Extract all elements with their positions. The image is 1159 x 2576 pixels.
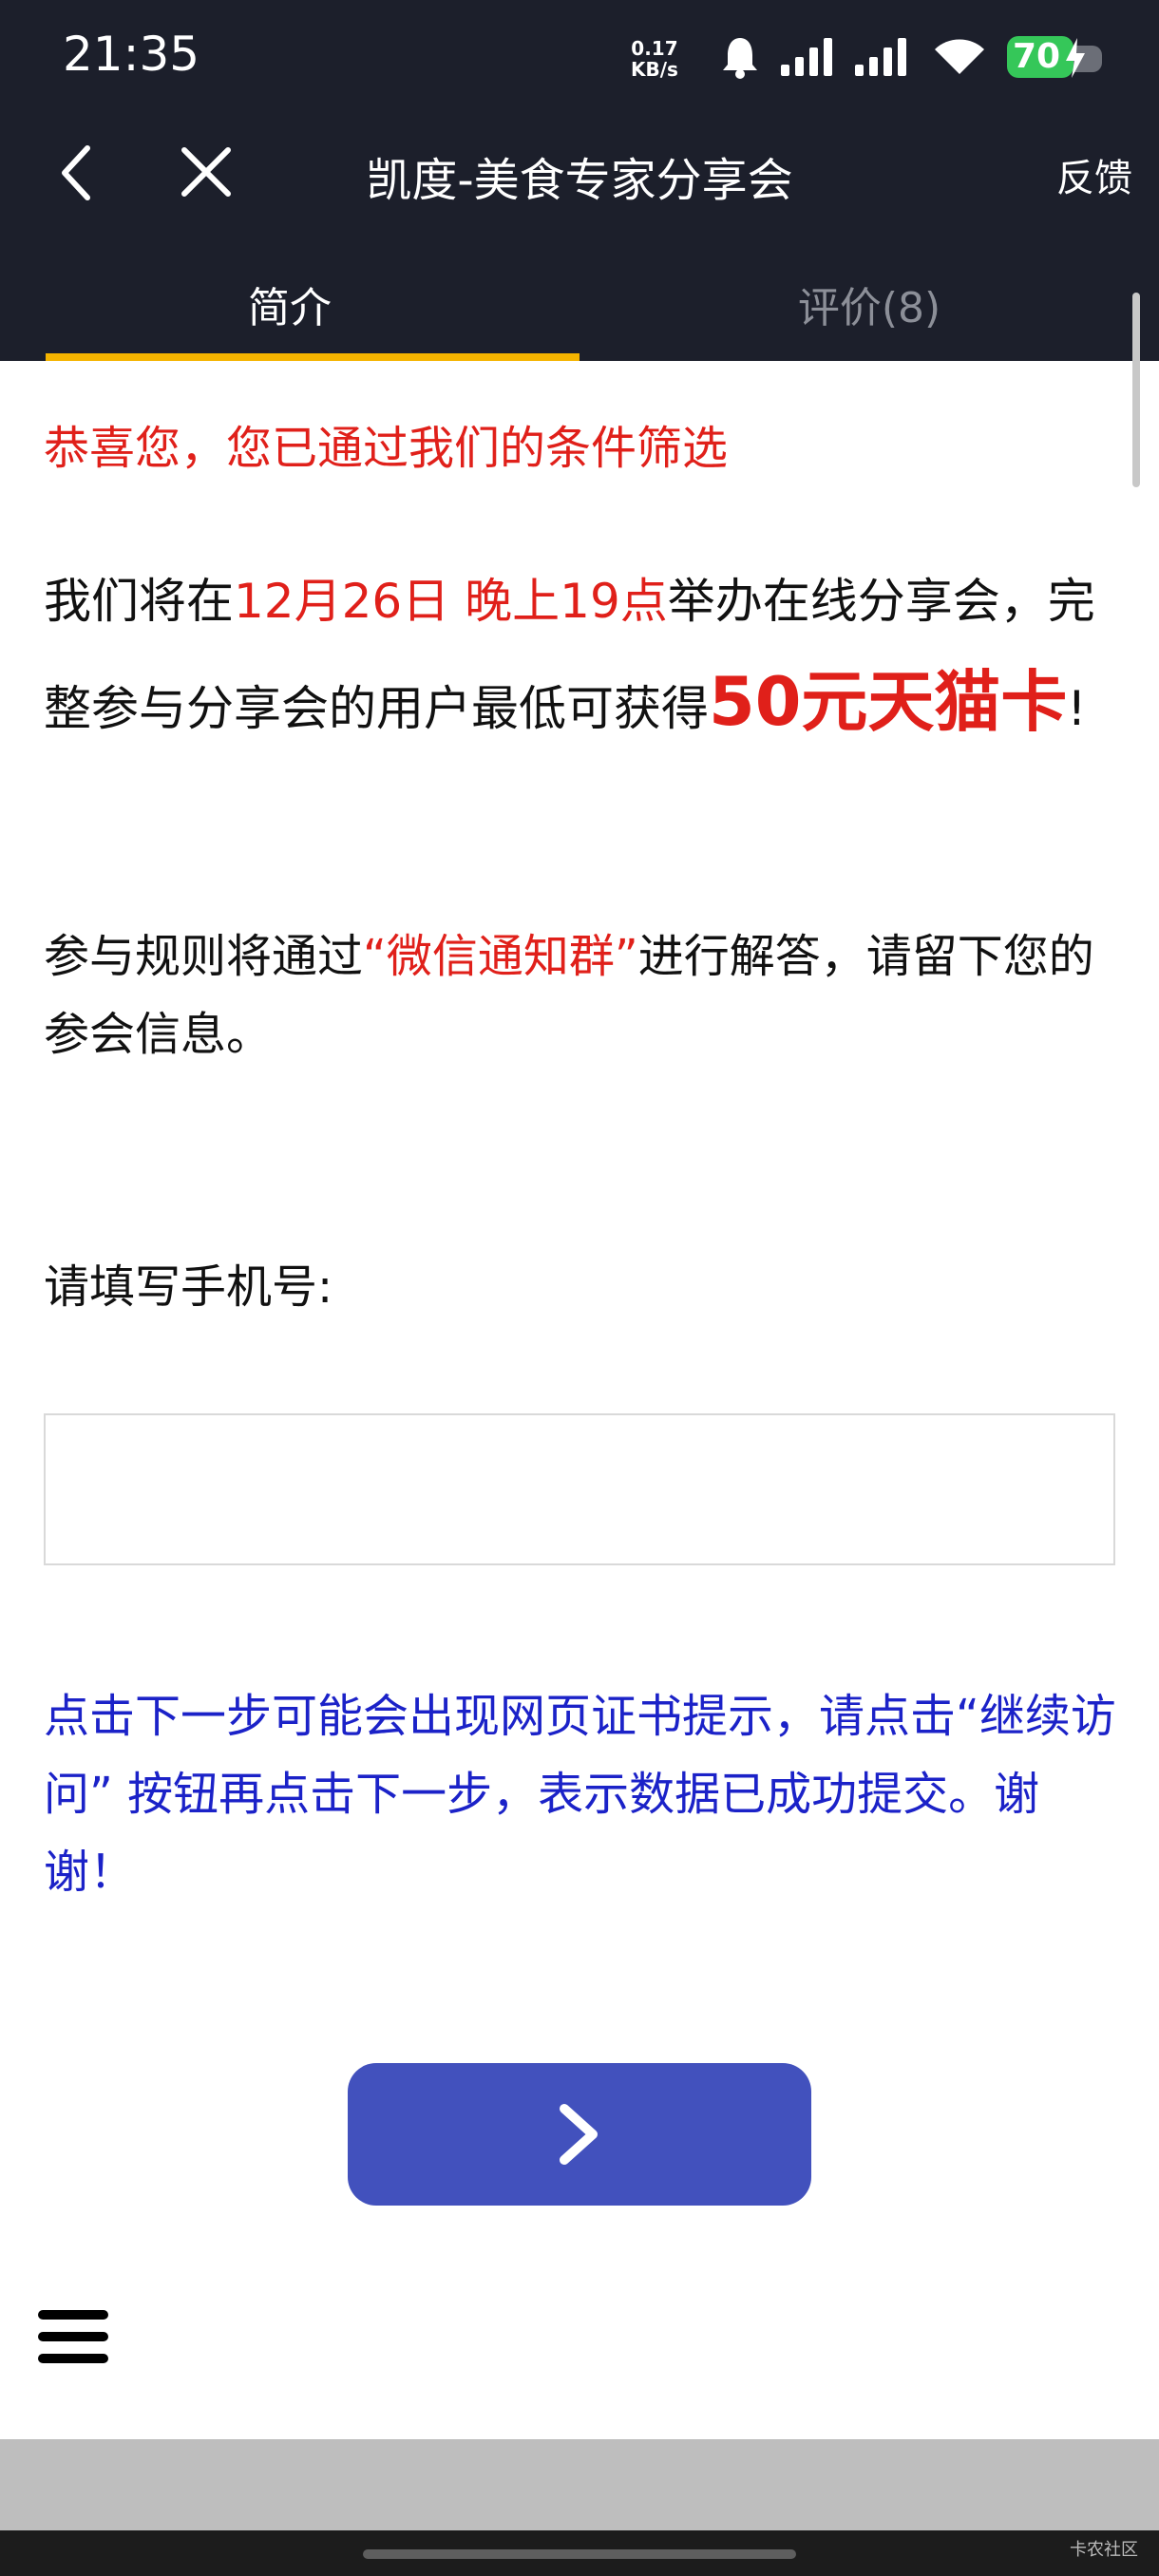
net-speed-value: 0.17 [631, 37, 678, 60]
feedback-link[interactable]: 反馈 [1056, 147, 1132, 202]
event-date: 12月26日 晚上19点 [234, 574, 668, 629]
status-time: 21:35 [63, 27, 200, 82]
signal-icon-2 [855, 38, 906, 76]
scrollbar[interactable] [1132, 293, 1140, 487]
menu-icon[interactable] [38, 2306, 110, 2367]
footer-area [0, 2439, 1159, 2530]
congrats-text: 恭喜您，您已通过我们的条件筛选 [44, 422, 729, 475]
tab-reviews[interactable]: 评价(8) [580, 274, 1159, 334]
net-speed: 0.17 KB/s [631, 38, 678, 80]
certificate-notice: 点击下一步可能会出现网页证书提示，请点击“继续访问” 按钮再点击下一步，表示数据… [44, 1690, 1116, 1899]
prize-text: 50元天猫卡 [709, 663, 1068, 741]
para1-text-a: 我们将在 [44, 574, 234, 629]
net-speed-unit: KB/s [631, 58, 678, 81]
charging-bolt-icon [1066, 38, 1085, 78]
signal-icon [781, 38, 832, 76]
phone-label: 请填写手机号: [44, 1260, 333, 1314]
active-tab-indicator [46, 353, 580, 361]
bell-icon [723, 38, 757, 79]
tab-intro[interactable]: 简介 [0, 274, 580, 334]
gesture-handle[interactable] [363, 2549, 796, 2559]
chevron-right-icon [560, 2104, 598, 2165]
watermark: 卡农社区 [1070, 2540, 1138, 2560]
para2-text-a: 参与规则将通过 [44, 930, 364, 983]
rules-paragraph: 参与规则将通过“微信通知群”进行解答，请留下您的参会信息。 [44, 918, 1117, 1073]
wechat-group-highlight: “微信通知群” [363, 930, 638, 983]
para1-text-c: ! [1067, 681, 1087, 736]
wifi-icon [935, 39, 984, 74]
page-title: 凯度-美食专家分享会 [366, 154, 793, 207]
phone-input[interactable] [44, 1413, 1115, 1565]
event-info-paragraph: 我们将在12月26日 晚上19点举办在线分享会，完整参与分享会的用户最低可获得5… [44, 551, 1117, 759]
next-button[interactable] [348, 2063, 811, 2206]
